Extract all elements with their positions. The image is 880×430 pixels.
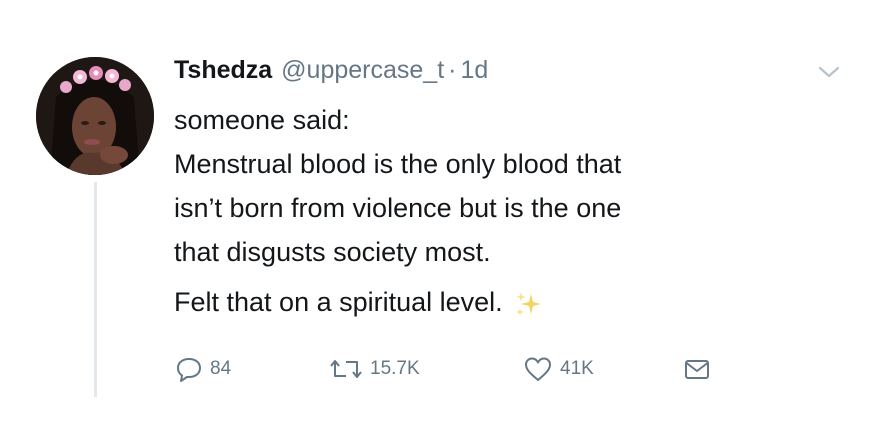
heart-icon [525,357,551,381]
like-button[interactable]: 41K [522,352,594,386]
sparkles-icon [515,291,541,316]
reply-icon [177,358,201,382]
thread-line [94,182,97,397]
retweet-count: 15.7K [370,358,420,379]
tweet-actions: 84 15.7K 41K [174,352,744,386]
tweet-closing-line: Felt that on a spiritual level. [174,280,814,324]
tweet-timestamp[interactable]: 1d [460,56,488,85]
direct-message-button[interactable] [682,352,718,386]
author-handle[interactable]: @uppercase_t [281,56,444,85]
tweet-line: isn’t born from violence but is the one [174,193,622,223]
envelope-icon [685,360,709,379]
like-count: 41K [560,358,594,379]
tweet-card[interactable]: Tshedza @uppercase_t · 1d someone said: … [0,0,880,430]
header-separator: · [448,56,457,84]
tweet-header: Tshedza @uppercase_t · 1d [174,56,488,90]
retweet-button[interactable]: 15.7K [328,352,420,386]
closing-text: Felt that on a spiritual level. [174,287,503,317]
chevron-down-icon[interactable] [815,62,843,82]
tweet-line: that disgusts society most. [174,237,491,267]
tweet-line: Menstrual blood is the only blood that [174,149,622,179]
tweet-line: someone said: [174,105,350,135]
reply-button[interactable]: 84 [174,352,231,386]
avatar[interactable] [36,57,154,175]
avatar-image [36,57,154,175]
reply-count: 84 [210,358,232,379]
author-name[interactable]: Tshedza [174,56,272,85]
tweet-text: someone said: Menstrual blood is the onl… [174,98,814,324]
retweet-icon [330,360,362,378]
